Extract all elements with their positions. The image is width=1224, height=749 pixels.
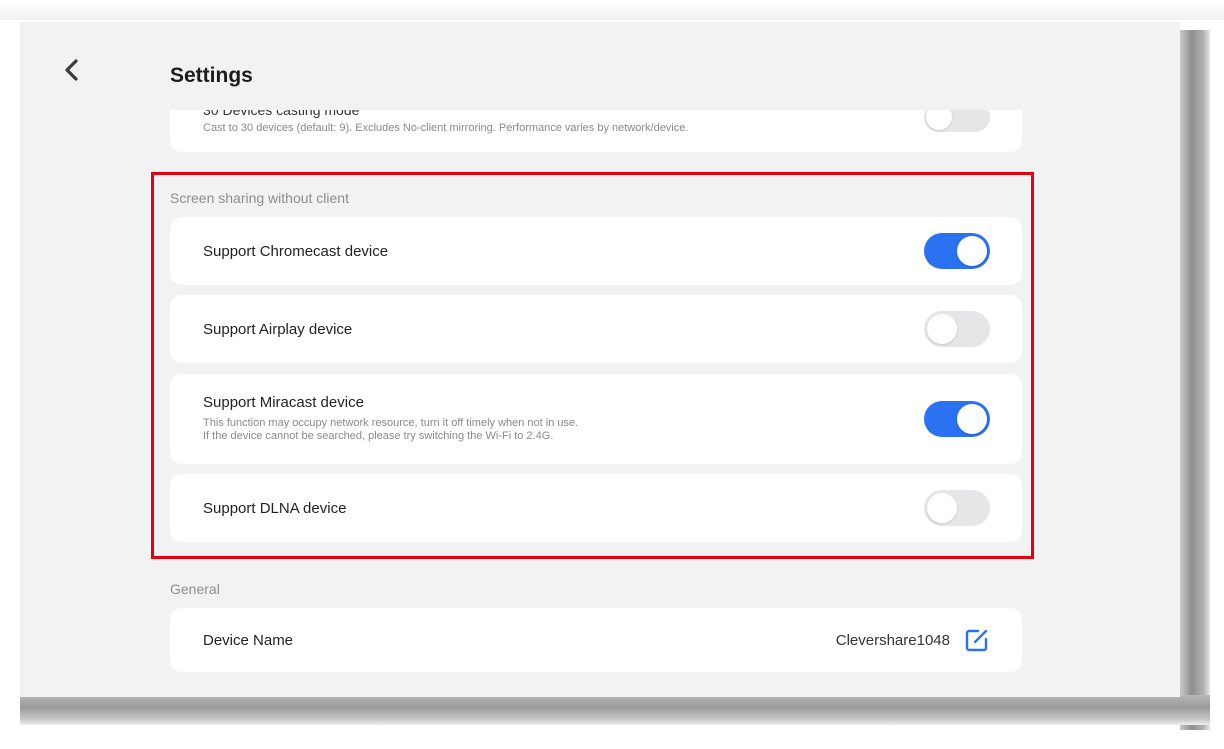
device-name-value: Clevershare1048 [835, 632, 950, 649]
thirty-devices-toggle[interactable] [924, 110, 990, 132]
section-title-general: General [170, 581, 220, 597]
thirty-devices-label: 30 Devices casting mode [203, 110, 360, 118]
edit-icon[interactable] [964, 627, 990, 653]
frame-shadow-top [0, 0, 1224, 20]
settings-screen: Settings 30 Devices casting mode Cast to… [20, 22, 1180, 697]
highlight-box [151, 172, 1034, 559]
device-name-row[interactable]: Device Name Clevershare1048 [170, 608, 1022, 672]
back-chevron-icon[interactable] [60, 58, 84, 82]
thirty-devices-description: Cast to 30 devices (default: 9). Exclude… [203, 122, 689, 134]
device-name-label: Device Name [203, 632, 294, 649]
page-title: Settings [170, 64, 253, 87]
toggle-knob [926, 110, 952, 130]
frame-shadow-right [1180, 30, 1210, 730]
frame-shadow-bottom [20, 695, 1210, 725]
thirty-devices-card: 30 Devices casting mode Cast to 30 devic… [170, 110, 1022, 152]
